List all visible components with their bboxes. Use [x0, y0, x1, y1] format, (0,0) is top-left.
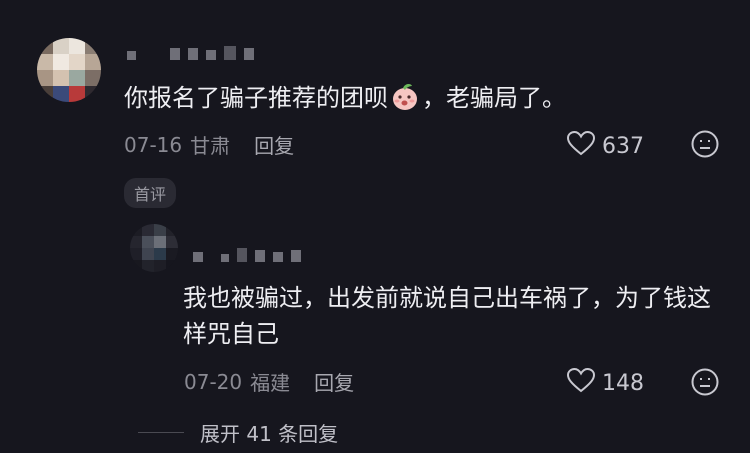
first-comment-badge: 首评	[124, 178, 177, 208]
emoji-icon[interactable]	[690, 367, 720, 401]
like-count: 148	[602, 370, 644, 396]
like-count: 637	[602, 133, 644, 159]
emoji-icon[interactable]	[690, 129, 720, 163]
comment-location: 甘肃	[190, 134, 231, 158]
comment-date: 07-16	[124, 132, 183, 157]
like-button[interactable]: 148	[566, 367, 644, 399]
heart-icon[interactable]	[566, 130, 596, 162]
username-redacted[interactable]	[193, 240, 301, 262]
username-redacted[interactable]	[127, 46, 254, 60]
avatar[interactable]	[37, 38, 101, 102]
reply-text: 我也被骗过，出发前就说自己出车祸了，为了钱这样咒自己	[183, 284, 711, 348]
comment-meta: 07-16 甘肃 回复	[124, 130, 294, 159]
expand-replies-button[interactable]: 展开 41 条回复	[138, 418, 338, 447]
comment-date: 07-20	[184, 369, 243, 394]
peach-emoji-icon	[390, 82, 420, 112]
like-button[interactable]: 637	[566, 130, 644, 162]
comment-text-part: ，老骗局了。	[422, 84, 566, 112]
expand-replies-label[interactable]: 展开 41 条回复	[200, 418, 338, 447]
reply-button[interactable]: 回复	[254, 130, 294, 159]
heart-icon[interactable]	[566, 367, 596, 399]
avatar[interactable]	[130, 224, 178, 272]
divider-line	[138, 432, 184, 433]
comment-meta: 07-20 福建 回复	[184, 367, 354, 396]
comment-text: 你报名了骗子推荐的团呗 ，老骗局了。	[124, 80, 566, 116]
reply-button[interactable]: 回复	[314, 367, 354, 396]
comment-location: 福建	[250, 371, 291, 395]
comment-text-part: 你报名了骗子推荐的团呗	[124, 84, 388, 112]
